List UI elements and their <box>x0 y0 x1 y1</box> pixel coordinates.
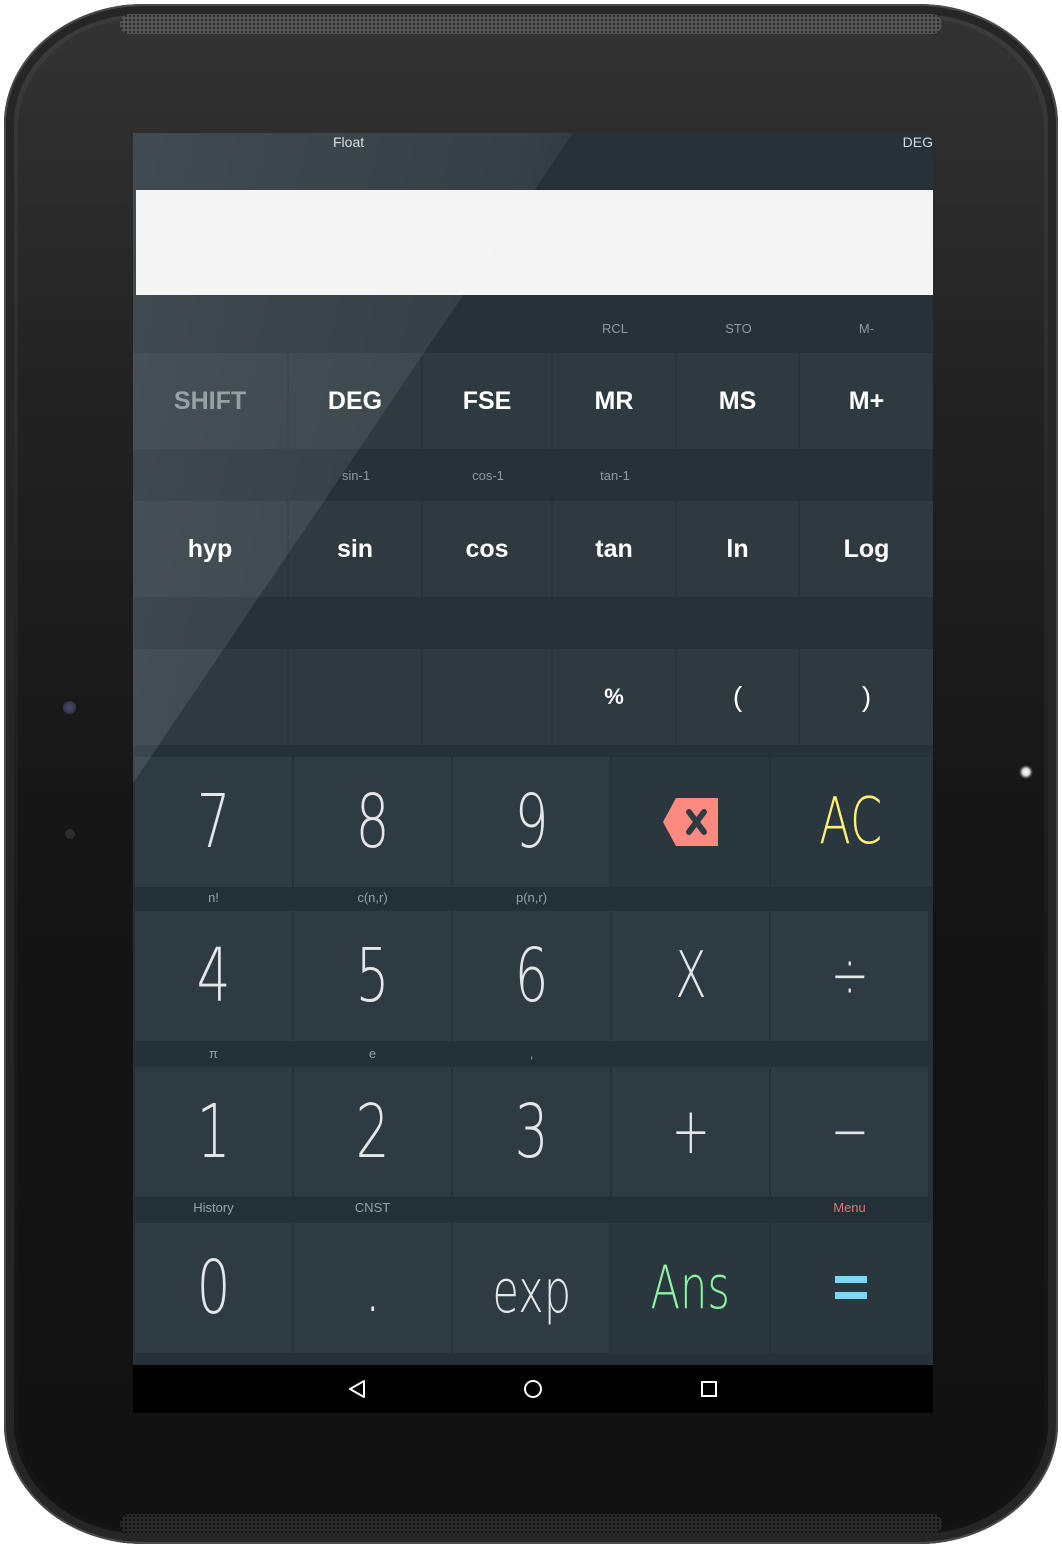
key-1-label: 1 <box>196 1089 231 1175</box>
shift-button[interactable]: SHIFT <box>133 353 289 449</box>
multiply-label: X <box>674 939 707 1013</box>
key-6-label: 6 <box>514 933 549 1019</box>
acos-hint: cos-1 <box>472 468 504 483</box>
comma-hint: , <box>529 1046 534 1061</box>
key-5-label: 5 <box>355 933 390 1019</box>
key-3[interactable]: 3 <box>453 1067 610 1197</box>
paren-row: % ( ) <box>133 601 933 749</box>
plus-label: + <box>671 1095 710 1169</box>
atan-hint: tan-1 <box>600 468 630 483</box>
close-paren-button[interactable]: ) <box>800 649 933 745</box>
notification-led <box>1019 765 1033 779</box>
microphone <box>65 829 75 839</box>
float-mode-label: Float <box>333 134 365 150</box>
equals-icon <box>835 1276 867 1299</box>
key-8-label: 8 <box>355 779 390 865</box>
exp-button[interactable]: exp <box>453 1223 610 1353</box>
key-7[interactable]: 7 <box>135 757 292 887</box>
memory-row: RCL STO M- SHIFT DEG FSE MR MS M+ <box>133 293 933 453</box>
key-4-label: 4 <box>196 933 231 1019</box>
backspace-icon <box>662 798 718 846</box>
angle-mode-label: DEG <box>902 134 933 150</box>
open-paren-button[interactable]: ( <box>677 649 800 745</box>
fse-button[interactable]: FSE <box>423 353 553 449</box>
percent-button[interactable]: % <box>553 649 677 745</box>
nav-back-button[interactable] <box>342 1375 372 1403</box>
key-2[interactable]: 2 <box>294 1067 451 1197</box>
backspace-button[interactable] <box>612 757 769 887</box>
tan-button[interactable]: tan <box>553 501 677 597</box>
key-3-label: 3 <box>514 1089 549 1175</box>
multiply-button[interactable]: X <box>612 911 769 1041</box>
key-9[interactable]: 9 <box>453 757 610 887</box>
euler-hint: e <box>368 1046 377 1061</box>
hint-row-1: n! c(n,r) p(n,r) <box>133 887 933 909</box>
trig-row: sin-1 cos-1 tan-1 hyp sin cos tan ln Log <box>133 453 933 601</box>
sto-hint: STO <box>725 321 752 336</box>
m-plus-button[interactable]: M+ <box>800 353 933 449</box>
key-9-label: 9 <box>514 779 549 865</box>
calculator-display[interactable] <box>136 190 933 295</box>
key-0-label: 0 <box>196 1245 231 1331</box>
key-8[interactable]: 8 <box>294 757 451 887</box>
minus-label: − <box>830 1095 869 1169</box>
decimal-point-label: . <box>364 1243 381 1329</box>
key-2-label: 2 <box>355 1089 390 1175</box>
key-1[interactable]: 1 <box>135 1067 292 1197</box>
history-hint[interactable]: History <box>135 1200 292 1215</box>
navigation-bar <box>133 1365 933 1413</box>
home-icon <box>524 1380 542 1398</box>
hyp-button[interactable]: hyp <box>133 501 289 597</box>
rcl-hint: RCL <box>601 321 628 336</box>
exp-label: exp <box>492 1257 571 1327</box>
blank-key-3[interactable] <box>423 649 553 745</box>
asin-hint: sin-1 <box>341 468 371 483</box>
nav-home-button[interactable] <box>518 1375 548 1403</box>
nav-recents-button[interactable] <box>694 1375 724 1403</box>
key-6[interactable]: 6 <box>453 911 610 1041</box>
hint-row-2: π e , <box>133 1043 933 1065</box>
hint-row-3: History CNST Menu <box>133 1197 933 1219</box>
m-minus-hint: M- <box>858 321 875 336</box>
key-0[interactable]: 0 <box>135 1223 292 1353</box>
key-7-label: 7 <box>196 779 231 865</box>
factorial-hint: n! <box>208 890 219 905</box>
speaker-grille-bottom <box>120 1514 942 1534</box>
plus-button[interactable]: + <box>612 1067 769 1197</box>
ln-button[interactable]: ln <box>677 501 800 597</box>
divide-label: ÷ <box>830 939 869 1013</box>
recents-icon <box>701 1381 717 1397</box>
ans-label: Ans <box>650 1253 731 1323</box>
decimal-point-button[interactable]: . <box>294 1223 451 1353</box>
cos-button[interactable]: cos <box>423 501 553 597</box>
front-camera <box>63 701 76 714</box>
permutation-hint: p(n,r) <box>515 890 548 905</box>
ans-button[interactable]: Ans <box>612 1223 769 1353</box>
speaker-grille-top <box>120 14 942 34</box>
status-bar: Float DEG <box>133 133 933 189</box>
minus-button[interactable]: − <box>771 1067 928 1197</box>
all-clear-label: AC <box>819 785 883 859</box>
blank-key-2[interactable] <box>289 649 423 745</box>
pi-hint: π <box>209 1046 218 1061</box>
deg-button[interactable]: DEG <box>289 353 423 449</box>
equals-button[interactable] <box>771 1223 931 1353</box>
divide-button[interactable]: ÷ <box>771 911 928 1041</box>
all-clear-button[interactable]: AC <box>771 757 931 887</box>
back-icon <box>349 1380 365 1398</box>
log-button[interactable]: Log <box>800 501 933 597</box>
mr-button[interactable]: MR <box>553 353 677 449</box>
sin-button[interactable]: sin <box>289 501 423 597</box>
combination-hint: c(n,r) <box>357 890 388 905</box>
menu-hint[interactable]: Menu <box>771 1200 928 1215</box>
key-4[interactable]: 4 <box>135 911 292 1041</box>
blank-key-1[interactable] <box>133 649 289 745</box>
constants-hint[interactable]: CNST <box>294 1200 451 1215</box>
ms-button[interactable]: MS <box>677 353 800 449</box>
key-5[interactable]: 5 <box>294 911 451 1041</box>
calculator-screen: Float DEG RCL STO M- SHIFT DEG FSE MR MS… <box>133 133 933 1413</box>
